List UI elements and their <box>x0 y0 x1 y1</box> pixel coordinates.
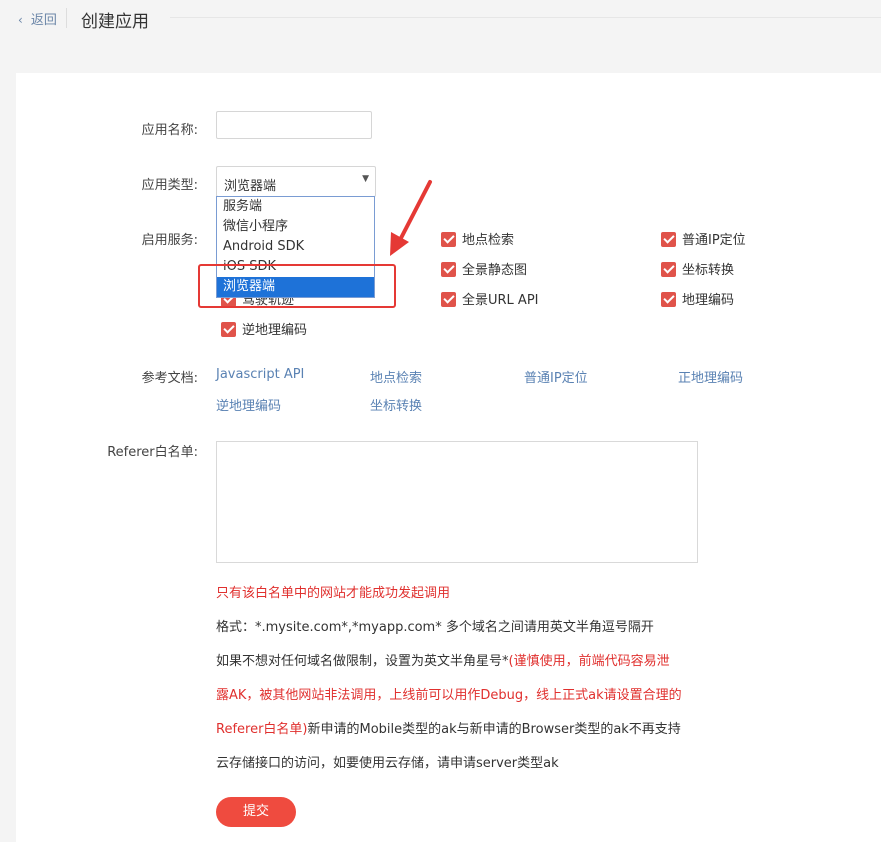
app-type-select[interactable]: 浏览器端 ▼ <box>216 166 376 197</box>
top-bar: ‹ 返回 创建应用 <box>0 0 881 40</box>
note-mobile-browser: Referer白名单)新申请的Mobile类型的ak与新申请的Browser类型… <box>216 718 681 737</box>
docs-label: 参考文档: <box>141 371 198 386</box>
annotation-arrow-icon <box>390 180 432 256</box>
referer-textarea[interactable] <box>216 441 698 563</box>
note-wildcard-warning: (谨慎使用，前端代码容易泄 <box>508 654 670 669</box>
service-coord-convert-checkbox[interactable]: 坐标转换 <box>661 259 734 278</box>
chevron-left-icon: ‹ <box>18 13 23 27</box>
doc-link-ip-location[interactable]: 普通IP定位 <box>524 367 588 386</box>
service-panorama-static-checkbox[interactable]: 全景静态图 <box>441 259 527 278</box>
note-mobile-text: 新申请的Mobile类型的ak与新申请的Browser类型的ak不再支持 <box>307 722 681 737</box>
note-referer-end: Referer白名单) <box>216 722 308 737</box>
checkbox-checked-icon <box>441 262 456 277</box>
service-geocode-checkbox[interactable]: 地理编码 <box>661 289 734 308</box>
service-place-search-checkbox[interactable]: 地点检索 <box>441 229 514 248</box>
app-type-selected: 浏览器端 <box>224 179 277 194</box>
note-format: 格式：*.mysite.com*,*myapp.com* 多个域名之间请用英文半… <box>216 620 654 635</box>
back-label: 返回 <box>30 13 57 28</box>
doc-link-reverse-geocode[interactable]: 逆地理编码 <box>216 395 281 414</box>
app-type-label: 应用类型: <box>141 178 198 193</box>
service-panorama-url-checkbox[interactable]: 全景URL API <box>441 289 539 308</box>
service-ip-location-checkbox[interactable]: 普通IP定位 <box>661 229 746 248</box>
title-rule <box>170 17 881 18</box>
note-cloud-storage: 云存储接口的访问，如要使用云存储，请申请server类型ak <box>216 756 559 771</box>
dropdown-arrow-icon: ▼ <box>362 174 369 184</box>
note-wildcard: 如果不想对任何域名做限制，设置为英文半角星号*(谨慎使用，前端代码容易泄 <box>216 650 670 669</box>
doc-link-geocode[interactable]: 正地理编码 <box>678 367 743 386</box>
services-label: 启用服务: <box>141 233 198 248</box>
note-wildcard-text: 如果不想对任何域名做限制，设置为英文半角星号* <box>216 654 509 669</box>
checkbox-checked-icon <box>221 322 236 337</box>
checkbox-checked-icon <box>441 232 456 247</box>
service-label: 逆地理编码 <box>242 323 308 338</box>
service-label: 地点检索 <box>462 233 515 248</box>
note-whitelist-warning: 只有该白名单中的网站才能成功发起调用 <box>216 586 451 601</box>
service-label: 普通IP定位 <box>682 233 746 248</box>
checkbox-checked-icon <box>661 262 676 277</box>
service-label: 地理编码 <box>682 293 735 308</box>
service-label: 坐标转换 <box>682 263 735 278</box>
back-button[interactable]: ‹ 返回 <box>18 9 57 28</box>
service-reverse-geocode-checkbox[interactable]: 逆地理编码 <box>221 319 307 338</box>
checkbox-checked-icon <box>661 292 676 307</box>
checkbox-checked-icon <box>661 232 676 247</box>
option-server[interactable]: 服务端 <box>217 197 374 217</box>
header-divider <box>66 8 67 28</box>
doc-link-javascript-api[interactable]: Javascript API <box>216 367 304 382</box>
option-android-sdk[interactable]: Android SDK <box>217 237 374 257</box>
option-wechat-miniprogram[interactable]: 微信小程序 <box>217 217 374 237</box>
submit-button[interactable]: 提交 <box>216 797 296 827</box>
app-name-input[interactable] <box>216 111 372 139</box>
checkbox-checked-icon <box>441 292 456 307</box>
app-name-label: 应用名称: <box>141 123 198 138</box>
page-title: 创建应用 <box>81 12 149 32</box>
service-label: 全景URL API <box>462 293 539 308</box>
service-label: 全景静态图 <box>462 263 528 278</box>
note-ak-leak-warning: 露AK，被其他网站非法调用，上线前可以用作Debug，线上正式ak请设置合理的 <box>216 688 682 703</box>
annotation-highlight-box <box>198 264 396 308</box>
referer-label: Referer白名单: <box>107 445 198 460</box>
doc-link-coord-convert[interactable]: 坐标转换 <box>370 395 422 414</box>
doc-link-place-search[interactable]: 地点检索 <box>370 367 422 386</box>
